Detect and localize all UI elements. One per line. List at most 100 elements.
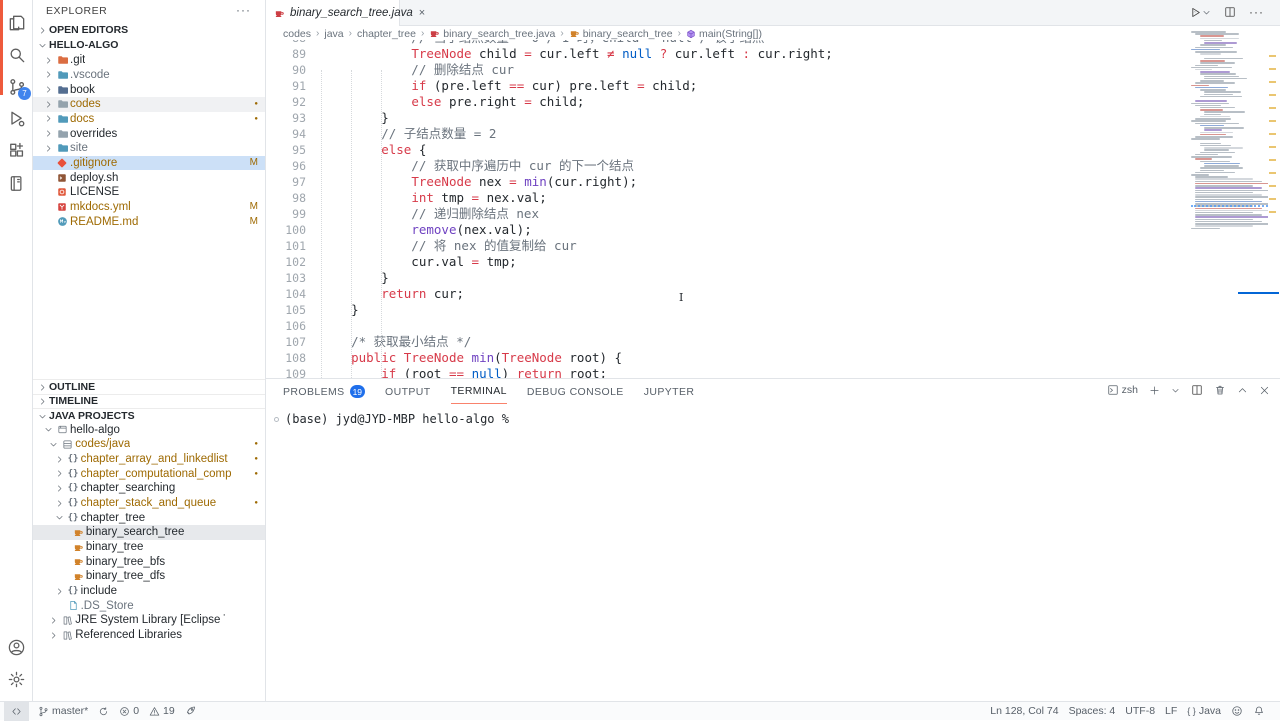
tree-item-deploy.sh[interactable]: deploy.sh [33,170,266,185]
status-launch[interactable] [180,702,202,721]
tree-item-Referenced-Libraries[interactable]: Referenced Libraries [33,628,266,643]
tree-item-binary_tree[interactable]: binary_tree [33,540,266,555]
code-line-92[interactable]: 92 else pre.right = child; [266,94,1192,110]
code-line-107[interactable]: 107 /* 获取最小结点 */ [266,334,1192,350]
overview-ruler[interactable] [1268,26,1280,378]
tree-item-binary_tree_dfs[interactable]: binary_tree_dfs [33,569,266,584]
panel-tab-output[interactable]: OUTPUT [385,379,431,404]
breadcrumb-item[interactable]: binary_search_tree [569,28,673,40]
notebook-icon[interactable] [0,167,33,199]
tree-item-chapter_computational_complexity[interactable]: {}chapter_computational_complexity● [33,466,266,481]
extensions-icon[interactable] [0,135,33,167]
code-line-95[interactable]: 95 else { [266,142,1192,158]
source-control-icon[interactable]: 7 [0,71,33,103]
status-sync[interactable] [93,702,114,721]
status-remote[interactable] [4,702,29,721]
code-line-106[interactable]: 106 [266,318,1192,334]
breadcrumb-item[interactable]: main(String[]) [686,28,762,40]
panel-tab-jupyter[interactable]: JUPYTER [644,379,695,404]
status-branch[interactable]: master* [33,702,93,721]
code-line-91[interactable]: 91 if (pre.left == cur) pre.left = child… [266,78,1192,94]
run-java-button[interactable] [1189,6,1211,19]
tree-item-binary_tree_bfs[interactable]: binary_tree_bfs [33,554,266,569]
tree-item-.git[interactable]: .git [33,53,266,68]
status-cursor-position[interactable]: Ln 128, Col 74 [985,702,1063,721]
terminal-shell-selector[interactable]: zsh [1107,384,1138,396]
tree-item-.DS_Store[interactable]: .DS_Store [33,598,266,613]
tree-item-LICENSE[interactable]: LICENSE [33,185,266,200]
code-line-102[interactable]: 102 cur.val = tmp; [266,254,1192,270]
tree-item-hello-algo[interactable]: hello-algo [33,423,266,438]
status-indentation[interactable]: Spaces: 4 [1064,702,1121,721]
tree-item-codes-java[interactable]: codes/java● [33,437,266,452]
terminal-prompt-line[interactable]: (base) jyd@JYD-MBP hello-algo % [274,412,509,426]
timeline-section-header[interactable]: TIMELINE [33,394,266,409]
status-language[interactable]: { }Java [1182,702,1226,721]
maximize-panel-button[interactable] [1237,385,1248,396]
status-feedback[interactable] [1226,702,1248,721]
breadcrumb-item[interactable]: binary_search_tree.java [429,28,555,40]
breadcrumb-item[interactable]: codes [283,28,311,40]
kill-terminal-button[interactable] [1214,384,1226,396]
panel-tab-terminal[interactable]: TERMINAL [451,379,507,404]
status-errors[interactable]: 0 [114,702,144,721]
code-line-108[interactable]: 108 public TreeNode min(TreeNode root) { [266,350,1192,366]
code-line-101[interactable]: 101 // 将 nex 的值复制给 cur [266,238,1192,254]
code-line-89[interactable]: 89 TreeNode child = cur.left ≠ null ? cu… [266,46,1192,62]
code-line-98[interactable]: 98 int tmp = nex.val; [266,190,1192,206]
search-icon[interactable] [0,39,33,71]
outline-section-header[interactable]: OUTLINE [33,379,266,394]
status-notifications[interactable] [1248,702,1270,721]
tree-item-JRE-System-Library-Eclipse-Temurin-17-17...[interactable]: JRE System Library [Eclipse Temurin 17 [… [33,613,266,628]
minimap[interactable] [1191,31,1268,306]
tree-item-.gitignore[interactable]: .gitignoreM [33,156,266,171]
code-line-105[interactable]: 105 } [266,302,1192,318]
code-line-109[interactable]: 109 if (root == null) return root; [266,366,1192,378]
breadcrumb-item[interactable]: chapter_tree [357,28,416,40]
tree-item-binary_search_tree[interactable]: binary_search_tree [33,525,266,540]
breadcrumb-item[interactable]: java [324,28,343,40]
tree-item-include[interactable]: {}include [33,584,266,599]
code-line-94[interactable]: 94 // 子结点数量 = 2 [266,126,1192,142]
tree-item-chapter_searching[interactable]: {}chapter_searching [33,481,266,496]
tree-item-README.md[interactable]: README.mdM [33,214,266,229]
account-icon[interactable] [0,631,33,663]
tree-item-chapter_array_and_linkedlist[interactable]: {}chapter_array_and_linkedlist● [33,452,266,467]
code-line-103[interactable]: 103 } [266,270,1192,286]
code-editor[interactable]: 88 // 当子结点数量 = 0 / 1 时，child = null / 该子… [266,40,1192,378]
new-terminal-button[interactable] [1149,385,1160,396]
tree-item-site[interactable]: site [33,141,266,156]
status-encoding[interactable]: UTF-8 [1120,702,1160,721]
panel-tab-problems[interactable]: PROBLEMS19 [283,379,365,404]
explorer-more-actions-button[interactable]: ··· [236,3,251,17]
close-panel-button[interactable] [1259,385,1270,396]
tree-item-docs[interactable]: docs● [33,112,266,127]
code-line-99[interactable]: 99 // 递归删除结点 nex [266,206,1192,222]
tab-close-icon[interactable]: × [419,7,425,19]
code-line-96[interactable]: 96 // 获取中序遍历中 cur 的下一个结点 [266,158,1192,174]
code-line-97[interactable]: 97 TreeNode nex = min(cur.right); [266,174,1192,190]
tree-item-chapter_tree[interactable]: {}chapter_tree [33,510,266,525]
java-projects-section-header[interactable]: JAVA PROJECTS [33,408,266,423]
tree-item-.vscode[interactable]: .vscode [33,68,266,83]
code-line-100[interactable]: 100 remove(nex.val); [266,222,1192,238]
tree-item-chapter_stack_and_queue[interactable]: {}chapter_stack_and_queue● [33,496,266,511]
tree-item-overrides[interactable]: overrides [33,126,266,141]
settings-icon[interactable] [0,663,33,695]
code-line-90[interactable]: 90 // 删除结点 cur [266,62,1192,78]
status-warnings[interactable]: 19 [144,702,180,721]
status-eol[interactable]: LF [1160,702,1182,721]
tab-binary-search-tree[interactable]: binary_search_tree.java × [266,0,400,26]
open-editors-header[interactable]: OPEN EDITORS [33,23,266,38]
tree-item-book[interactable]: book [33,82,266,97]
split-terminal-button[interactable] [1191,384,1203,396]
code-line-93[interactable]: 93 } [266,110,1192,126]
tree-item-codes[interactable]: codes● [33,97,266,112]
panel-tab-debug-console[interactable]: DEBUG CONSOLE [527,379,624,404]
code-line-104[interactable]: 104 return cur; [266,286,1192,302]
run-debug-icon[interactable] [0,103,33,135]
tree-item-mkdocs.yml[interactable]: mkdocs.ymlM [33,200,266,215]
split-editor-button[interactable] [1224,6,1236,18]
project-root-header[interactable]: HELLO-ALGO [33,38,266,53]
more-actions-button[interactable]: ··· [1249,5,1264,19]
